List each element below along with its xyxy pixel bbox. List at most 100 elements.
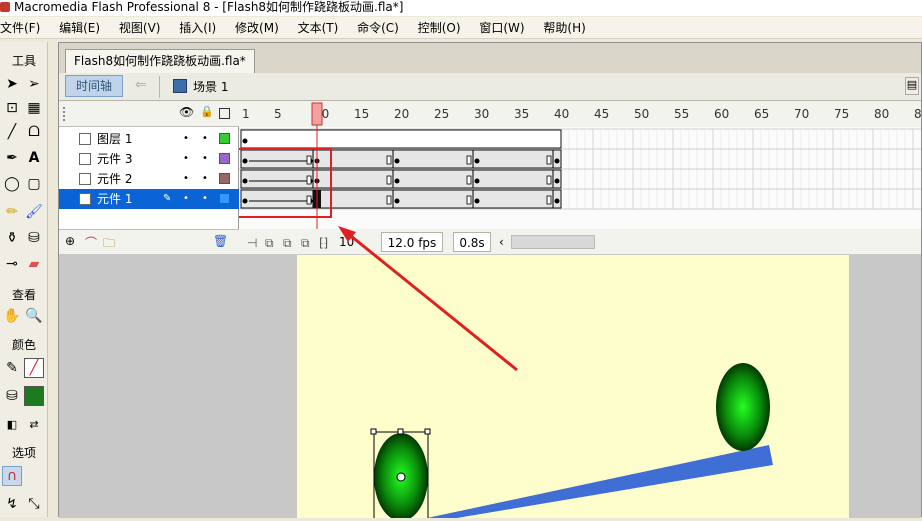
layer-toggle-dot[interactable]: • [202, 149, 208, 169]
menu-file[interactable]: 文件(F) [0, 17, 40, 39]
handle-tr[interactable] [424, 428, 431, 435]
paint-bucket-tool-icon[interactable]: ⛁ [24, 228, 44, 248]
modify-markers-icon: ⁅⁆ [319, 236, 328, 250]
layer-toggle-dot[interactable]: • [183, 129, 189, 149]
layer-name: 元件 1 [97, 192, 133, 206]
insert-folder-icon[interactable]: 🗀 [103, 234, 115, 255]
end-frame-marker [386, 175, 392, 185]
menu-bar: 文件(F) 编辑(E) 视图(V) 插入(I) 修改(M) 文本(T) 命令(C… [0, 17, 922, 39]
stage[interactable] [297, 255, 849, 521]
fill-color-icon[interactable]: ⛁ [2, 386, 22, 406]
menu-text[interactable]: 文本(T) [298, 17, 339, 39]
stroke-color-icon[interactable]: ✎ [2, 358, 22, 378]
edit-symbols-icon[interactable]: ▤ [905, 77, 919, 95]
menu-commands[interactable]: 命令(C) [357, 17, 399, 39]
eye-icon[interactable]: 👁 [179, 105, 194, 119]
layer-row[interactable]: 元件 3 • • [59, 149, 239, 169]
keyframe-dot [474, 178, 480, 184]
fill-transform-tool-icon[interactable]: ▦ [24, 98, 44, 118]
keyframe-dot [242, 138, 248, 144]
registration-point[interactable] [396, 472, 406, 482]
layer-toggle-dot[interactable]: • [202, 189, 208, 209]
rectangle-tool-icon[interactable]: ▢ [24, 174, 44, 194]
layer-outline-color[interactable] [219, 133, 230, 144]
frame-rate[interactable]: 12.0 fps [381, 232, 443, 252]
view-header: 查看 [11, 288, 36, 302]
layer-toggle-dot[interactable]: • [183, 149, 189, 169]
text-tool-icon[interactable]: A [24, 148, 44, 168]
layer-page-icon [79, 133, 91, 145]
selection-tool-icon[interactable]: ➤ [2, 74, 22, 94]
options-header: 选项 [11, 446, 36, 460]
frame-grid[interactable]: 1510152025303540455055606570758085⊣⧉⧉⧉⁅⁆… [222, 101, 922, 254]
layer-toggle-dot[interactable]: • [202, 129, 208, 149]
menu-window[interactable]: 窗口(W) [479, 17, 524, 39]
eyedropper-tool-icon[interactable]: ⊸ [2, 254, 22, 274]
stroke-color-swatch[interactable]: ╱ [24, 358, 44, 378]
back-arrow-icon[interactable]: ⇐ [135, 77, 147, 93]
ruler-tick-label: 65 [754, 107, 769, 121]
add-motion-guide-icon[interactable]: ⌒ [85, 234, 97, 251]
layer-row[interactable]: 元件 2 • • [59, 169, 239, 189]
menu-view[interactable]: 视图(V) [119, 17, 161, 39]
menu-insert[interactable]: 插入(I) [179, 17, 216, 39]
outline-icon[interactable] [219, 108, 230, 119]
layer-row[interactable]: 元件 1 ✎ • • [59, 189, 239, 209]
black-white-icon[interactable]: ◧ [2, 414, 22, 434]
onion-skin-icon: ⧉ [265, 236, 274, 250]
keyframe-dot [394, 158, 400, 164]
lasso-tool-icon[interactable]: ᗝ [24, 122, 44, 142]
timeline-toggle-button[interactable]: 时间轴 [65, 75, 123, 97]
right-ball[interactable] [716, 363, 770, 451]
layer-outline-color[interactable] [219, 153, 230, 164]
brush-tool-icon[interactable]: 🖌 [24, 202, 44, 222]
layer-outline-color[interactable] [219, 173, 230, 184]
frame-span [240, 169, 562, 189]
ink-bottle-tool-icon[interactable]: ⚱ [2, 228, 22, 248]
ruler-tick-label: 45 [594, 107, 609, 121]
scene-label[interactable]: 场景 1 [193, 78, 228, 95]
menu-modify[interactable]: 修改(M) [235, 17, 279, 39]
ruler-tick-label: 20 [394, 107, 409, 121]
layer-name: 图层 1 [97, 132, 133, 146]
menu-help[interactable]: 帮助(H) [543, 17, 585, 39]
layer-outline-color[interactable] [219, 193, 230, 204]
menu-control[interactable]: 控制(O) [418, 17, 461, 39]
layer-toggle-dot[interactable]: • [183, 169, 189, 189]
elapsed-time: 0.8s [453, 232, 491, 252]
lock-icon[interactable]: 🔒 [200, 105, 214, 118]
subselect-tool-icon[interactable]: ➢ [24, 74, 44, 94]
scroll-left-icon[interactable]: ‹ [499, 232, 504, 252]
swap-colors-icon[interactable]: ⇄ [24, 414, 44, 434]
smooth-icon[interactable]: ↯ [2, 494, 22, 514]
timeline-hscroll[interactable] [511, 235, 595, 249]
handle-tl[interactable] [370, 428, 377, 435]
end-frame-marker [546, 155, 552, 165]
document-tab[interactable]: Flash8如何制作跷跷板动画.fla* [65, 49, 255, 73]
handle-tc[interactable] [397, 428, 404, 435]
ruler-tick-label: 30 [474, 107, 489, 121]
pen-tool-icon[interactable]: ✒ [2, 148, 22, 168]
oval-tool-icon[interactable]: ◯ [2, 174, 22, 194]
ruler-tick-label: 55 [674, 107, 689, 121]
hand-tool-icon[interactable]: ✋ [2, 306, 22, 326]
snap-magnet-icon[interactable]: ∩ [2, 466, 22, 486]
eraser-tool-icon[interactable]: ▰ [24, 254, 44, 274]
zoom-tool-icon[interactable]: 🔍 [24, 306, 44, 326]
edit-bar: 时间轴 ⇐ 场景 1 ▤ [59, 73, 921, 101]
layer-toggle-dot[interactable]: • [183, 189, 189, 209]
menu-edit[interactable]: 编辑(E) [59, 17, 100, 39]
fill-color-swatch[interactable] [24, 386, 44, 406]
pencil-tool-icon[interactable]: ✏ [2, 202, 22, 222]
ruler-tick-label: 15 [354, 107, 369, 121]
line-tool-icon[interactable]: ╱ [2, 122, 22, 142]
seesaw-plank[interactable] [427, 445, 773, 518]
layer-row[interactable]: 图层 1 • • [59, 129, 239, 149]
layer-toggle-dot[interactable]: • [202, 169, 208, 189]
grip-handle[interactable] [63, 107, 69, 121]
straighten-icon[interactable]: ⤡ [24, 494, 44, 514]
insert-layer-icon[interactable]: ⊕ [65, 234, 75, 248]
end-frame-marker [306, 155, 312, 165]
delete-layer-icon[interactable]: 🗑 [213, 234, 228, 248]
free-transform-tool-icon[interactable]: ⊡ [2, 98, 22, 118]
